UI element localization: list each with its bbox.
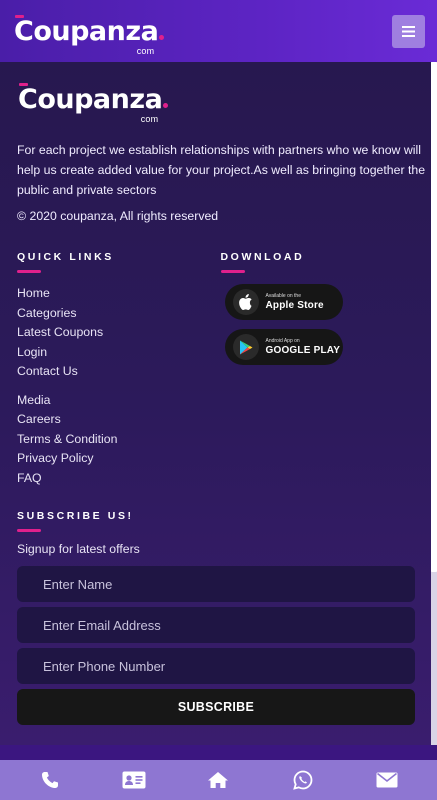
hamburger-menu-icon bbox=[402, 25, 415, 37]
footer-logo-dot-icon bbox=[163, 103, 169, 108]
site-footer: Coupanza com For each project we establi… bbox=[0, 62, 437, 745]
google-play-text: Android App on GOOGLE PLAY bbox=[265, 337, 341, 356]
google-play-small: Android App on bbox=[265, 337, 300, 344]
link-careers[interactable]: Careers bbox=[17, 410, 221, 430]
apple-store-text: Available on the Apple Store bbox=[265, 292, 324, 311]
apple-icon bbox=[232, 289, 259, 315]
heading-underline bbox=[17, 270, 41, 273]
quick-links-list-1: Home Categories Latest Coupons Login Con… bbox=[17, 284, 221, 382]
contact-card-icon[interactable] bbox=[114, 760, 154, 800]
subscribe-button[interactable]: SUBSCRIBE bbox=[17, 689, 415, 725]
name-input[interactable] bbox=[17, 566, 415, 602]
top-header: Coupanza com bbox=[0, 0, 437, 62]
subscribe-section: SUBSCRIBE US! Signup for latest offers S… bbox=[17, 510, 420, 725]
footer-logo[interactable]: Coupanza com bbox=[18, 83, 169, 124]
quick-links-section: QUICK LINKS Home Categories Latest Coupo… bbox=[17, 251, 221, 488]
link-home[interactable]: Home bbox=[17, 284, 221, 304]
footer-bottom-strip bbox=[0, 745, 437, 760]
footer-columns: QUICK LINKS Home Categories Latest Coupo… bbox=[17, 251, 420, 488]
logo-dot-icon bbox=[159, 34, 165, 40]
google-play-button[interactable]: Android App on GOOGLE PLAY bbox=[224, 329, 343, 365]
heading-underline bbox=[17, 529, 41, 532]
bottom-nav-bar bbox=[0, 760, 437, 800]
subscribe-heading: SUBSCRIBE US! bbox=[17, 510, 134, 522]
link-terms[interactable]: Terms & Condition bbox=[17, 430, 221, 450]
apple-store-small: Available on the bbox=[265, 292, 302, 299]
signup-text: Signup for latest offers bbox=[17, 542, 140, 556]
email-icon[interactable] bbox=[367, 760, 407, 800]
header-logo-text: Coupanza bbox=[14, 15, 159, 47]
phone-icon[interactable] bbox=[30, 760, 70, 800]
heading-underline bbox=[220, 270, 245, 273]
apple-store-button[interactable]: Available on the Apple Store bbox=[224, 284, 343, 320]
about-text: For each project we establish relationsh… bbox=[17, 143, 426, 197]
copyright-text: © 2020 coupanza, All rights reserved bbox=[17, 209, 219, 223]
link-latest-coupons[interactable]: Latest Coupons bbox=[17, 323, 221, 343]
menu-button[interactable] bbox=[392, 14, 425, 48]
header-logo-suffix: com bbox=[136, 45, 155, 56]
link-media[interactable]: Media bbox=[17, 391, 221, 411]
footer-logo-suffix: com bbox=[140, 114, 159, 124]
phone-input[interactable] bbox=[17, 648, 415, 684]
link-categories[interactable]: Categories bbox=[17, 304, 221, 324]
link-login[interactable]: Login bbox=[17, 343, 221, 363]
scrollbar-thumb[interactable] bbox=[431, 62, 437, 572]
footer-logo-text: Coupanza bbox=[18, 84, 163, 115]
email-input[interactable] bbox=[17, 607, 415, 643]
logo-mark-icon bbox=[15, 14, 24, 18]
link-contact-us[interactable]: Contact Us bbox=[17, 362, 221, 382]
google-play-label: GOOGLE PLAY bbox=[265, 344, 341, 356]
download-heading: DOWNLOAD bbox=[220, 251, 305, 263]
quick-links-heading: QUICK LINKS bbox=[17, 251, 114, 263]
link-faq[interactable]: FAQ bbox=[17, 469, 221, 489]
google-play-icon bbox=[232, 334, 259, 360]
home-icon[interactable] bbox=[198, 760, 238, 800]
link-privacy-policy[interactable]: Privacy Policy bbox=[17, 449, 221, 469]
whatsapp-icon[interactable] bbox=[283, 760, 323, 800]
apple-store-label: Apple Store bbox=[265, 299, 324, 311]
download-section: DOWNLOAD Available on the Apple Store An… bbox=[220, 251, 421, 488]
quick-links-list-2: Media Careers Terms & Condition Privacy … bbox=[17, 391, 221, 489]
header-logo[interactable]: Coupanza com bbox=[14, 14, 165, 56]
footer-logo-mark-icon bbox=[19, 83, 28, 86]
